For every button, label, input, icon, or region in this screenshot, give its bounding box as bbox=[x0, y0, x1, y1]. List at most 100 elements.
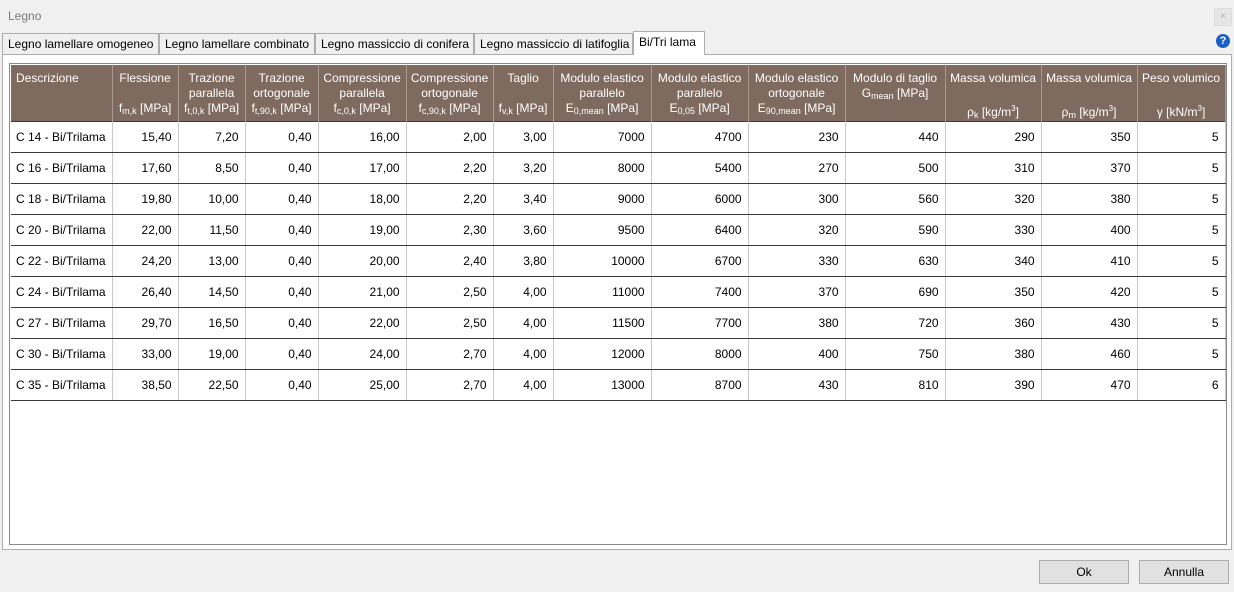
table-cell[interactable]: 380 bbox=[748, 307, 846, 339]
table-cell[interactable]: 4,00 bbox=[493, 369, 554, 401]
table-cell[interactable]: 2,20 bbox=[406, 152, 494, 184]
table-cell[interactable]: 590 bbox=[845, 214, 946, 246]
table-cell[interactable]: 24,20 bbox=[112, 245, 179, 277]
table-cell[interactable]: 5400 bbox=[651, 152, 749, 184]
table-row[interactable]: C 16 - Bi/Trilama 17,60 8,50 0,40 17,00 2,20 3… bbox=[11, 152, 1226, 184]
table-cell[interactable]: 25,00 bbox=[318, 369, 407, 401]
column-header-2[interactable]: Flessione fm,k [MPa] bbox=[112, 65, 179, 122]
table-cell[interactable]: 17,00 bbox=[318, 152, 407, 184]
table-cell[interactable]: 29,70 bbox=[112, 307, 179, 339]
table-cell[interactable]: 10000 bbox=[553, 245, 652, 277]
table-cell[interactable]: 430 bbox=[1041, 307, 1138, 339]
materials-grid[interactable]: Descrizione Flessione fm,k [MPa] Trazione p… bbox=[9, 63, 1227, 545]
table-cell[interactable]: 810 bbox=[845, 369, 946, 401]
table-cell[interactable]: 750 bbox=[845, 338, 946, 370]
table-cell[interactable]: 12000 bbox=[553, 338, 652, 370]
row-description[interactable]: C 24 - Bi/Trilama bbox=[11, 276, 113, 308]
table-cell[interactable]: 290 bbox=[945, 121, 1042, 153]
table-cell[interactable]: 0,40 bbox=[245, 307, 319, 339]
table-cell[interactable]: 4,00 bbox=[493, 276, 554, 308]
table-cell[interactable]: 350 bbox=[1041, 121, 1138, 153]
column-header-9[interactable]: Modulo elastico parallelo E0,05 [MPa] bbox=[651, 65, 749, 122]
table-cell[interactable]: 5 bbox=[1137, 152, 1226, 184]
table-cell[interactable]: 0,40 bbox=[245, 338, 319, 370]
row-description[interactable]: C 22 - Bi/Trilama bbox=[11, 245, 113, 277]
table-cell[interactable]: 17,60 bbox=[112, 152, 179, 184]
table-cell[interactable]: 2,50 bbox=[406, 276, 494, 308]
table-cell[interactable]: 5 bbox=[1137, 307, 1226, 339]
table-cell[interactable]: 15,40 bbox=[112, 121, 179, 153]
row-description[interactable]: C 27 - Bi/Trilama bbox=[11, 307, 113, 339]
table-cell[interactable]: 3,20 bbox=[493, 152, 554, 184]
column-header-6[interactable]: Compressione ortogonale fc,90,k [MPa] bbox=[406, 65, 494, 122]
table-cell[interactable]: 8000 bbox=[553, 152, 652, 184]
table-cell[interactable]: 14,50 bbox=[178, 276, 246, 308]
table-cell[interactable]: 0,40 bbox=[245, 183, 319, 215]
table-cell[interactable]: 38,50 bbox=[112, 369, 179, 401]
table-cell[interactable]: 11500 bbox=[553, 307, 652, 339]
table-cell[interactable]: 420 bbox=[1041, 276, 1138, 308]
table-cell[interactable]: 390 bbox=[945, 369, 1042, 401]
table-cell[interactable]: 11000 bbox=[553, 276, 652, 308]
table-cell[interactable]: 33,00 bbox=[112, 338, 179, 370]
table-cell[interactable]: 470 bbox=[1041, 369, 1138, 401]
table-cell[interactable]: 300 bbox=[748, 183, 846, 215]
table-cell[interactable]: 19,00 bbox=[178, 338, 246, 370]
table-cell[interactable]: 370 bbox=[1041, 152, 1138, 184]
table-cell[interactable]: 3,40 bbox=[493, 183, 554, 215]
table-cell[interactable]: 380 bbox=[945, 338, 1042, 370]
table-cell[interactable]: 0,40 bbox=[245, 121, 319, 153]
table-cell[interactable]: 5 bbox=[1137, 214, 1226, 246]
table-cell[interactable]: 22,00 bbox=[318, 307, 407, 339]
table-row[interactable]: C 18 - Bi/Trilama 19,80 10,00 0,40 18,00 2,20… bbox=[11, 183, 1226, 215]
ok-button[interactable]: Ok bbox=[1039, 560, 1129, 584]
table-cell[interactable]: 7700 bbox=[651, 307, 749, 339]
table-cell[interactable]: 8000 bbox=[651, 338, 749, 370]
table-cell[interactable]: 6000 bbox=[651, 183, 749, 215]
column-header-7[interactable]: Taglio fv,k [MPa] bbox=[493, 65, 554, 122]
table-cell[interactable]: 690 bbox=[845, 276, 946, 308]
table-cell[interactable]: 7400 bbox=[651, 276, 749, 308]
table-cell[interactable]: 230 bbox=[748, 121, 846, 153]
table-cell[interactable]: 0,40 bbox=[245, 276, 319, 308]
table-cell[interactable]: 340 bbox=[945, 245, 1042, 277]
table-row[interactable]: C 22 - Bi/Trilama 24,20 13,00 0,40 20,00 2,40… bbox=[11, 245, 1226, 277]
table-cell[interactable]: 720 bbox=[845, 307, 946, 339]
table-cell[interactable]: 5 bbox=[1137, 245, 1226, 277]
table-row[interactable]: C 27 - Bi/Trilama 29,70 16,50 0,40 22,00 2,50… bbox=[11, 307, 1226, 339]
table-cell[interactable]: 350 bbox=[945, 276, 1042, 308]
table-cell[interactable]: 18,00 bbox=[318, 183, 407, 215]
table-cell[interactable]: 5 bbox=[1137, 121, 1226, 153]
table-cell[interactable]: 4,00 bbox=[493, 338, 554, 370]
column-header-8[interactable]: Modulo elastico parallelo E0,mean [MPa] bbox=[553, 65, 652, 122]
row-description[interactable]: C 14 - Bi/Trilama bbox=[11, 121, 113, 153]
table-cell[interactable]: 13000 bbox=[553, 369, 652, 401]
table-cell[interactable]: 5 bbox=[1137, 183, 1226, 215]
table-cell[interactable]: 10,00 bbox=[178, 183, 246, 215]
tab-legno-lamellare-combinato[interactable]: Legno lamellare combinato bbox=[159, 33, 315, 54]
table-cell[interactable]: 19,80 bbox=[112, 183, 179, 215]
table-cell[interactable]: 8700 bbox=[651, 369, 749, 401]
tab-legno-massiccio-conifera[interactable]: Legno massiccio di conifera bbox=[315, 33, 474, 54]
column-header-1[interactable]: Descrizione bbox=[11, 65, 113, 122]
row-description[interactable]: C 20 - Bi/Trilama bbox=[11, 214, 113, 246]
table-cell[interactable]: 370 bbox=[748, 276, 846, 308]
table-cell[interactable]: 320 bbox=[945, 183, 1042, 215]
table-cell[interactable]: 560 bbox=[845, 183, 946, 215]
table-cell[interactable]: 2,30 bbox=[406, 214, 494, 246]
table-cell[interactable]: 3,00 bbox=[493, 121, 554, 153]
table-cell[interactable]: 410 bbox=[1041, 245, 1138, 277]
table-cell[interactable]: 400 bbox=[1041, 214, 1138, 246]
table-cell[interactable]: 270 bbox=[748, 152, 846, 184]
column-header-11[interactable]: Modulo di taglio Gmean [MPa] bbox=[845, 65, 946, 122]
table-cell[interactable]: 0,40 bbox=[245, 152, 319, 184]
table-cell[interactable]: 5 bbox=[1137, 276, 1226, 308]
help-icon[interactable]: ? bbox=[1216, 34, 1230, 48]
table-cell[interactable]: 6 bbox=[1137, 369, 1226, 401]
table-cell[interactable]: 7,20 bbox=[178, 121, 246, 153]
row-description[interactable]: C 16 - Bi/Trilama bbox=[11, 152, 113, 184]
table-cell[interactable]: 0,40 bbox=[245, 369, 319, 401]
table-cell[interactable]: 16,50 bbox=[178, 307, 246, 339]
table-row[interactable]: C 14 - Bi/Trilama 15,40 7,20 0,40 16,00 2,00 3… bbox=[11, 121, 1226, 153]
table-cell[interactable]: 630 bbox=[845, 245, 946, 277]
